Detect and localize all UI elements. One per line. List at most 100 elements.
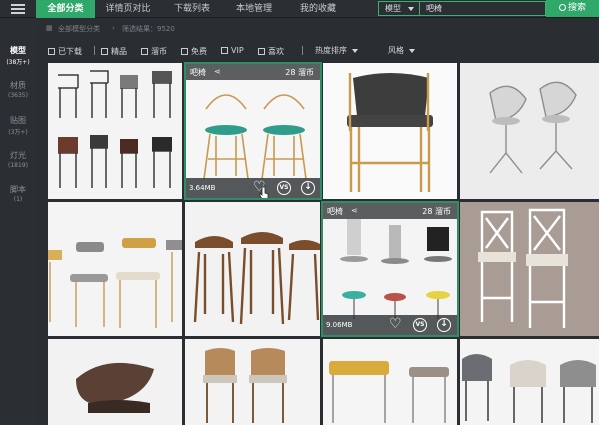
download-icon[interactable]: ↓	[437, 318, 451, 332]
search-button-label: 搜索	[567, 3, 586, 13]
style-dropdown[interactable]: 风格	[388, 45, 415, 56]
model-card[interactable]	[460, 339, 599, 425]
top-navigation: 全部分类 详情页对比 下载列表 本地管理 我的收藏 模型 吧椅 搜索	[0, 0, 599, 18]
model-card[interactable]	[185, 339, 320, 425]
checkbox[interactable]	[48, 48, 55, 55]
checkbox[interactable]	[181, 48, 188, 55]
file-size: 9.06MB	[326, 321, 353, 329]
model-price: 28 溜币	[285, 68, 314, 77]
filter-label: 免费	[191, 47, 207, 56]
model-card[interactable]	[460, 63, 599, 199]
filter-liked[interactable]: 喜欢	[258, 46, 284, 57]
card-header: 吧椅 ⋖ 28 溜币	[186, 64, 320, 80]
tab-all-categories[interactable]: 全部分类	[36, 0, 95, 18]
card-footer: 3.64MB ♡ VS ↓	[186, 178, 320, 198]
sidebar-item-materials[interactable]: 材质 (3635)	[0, 80, 36, 99]
filter-free[interactable]: 免费	[181, 46, 207, 57]
model-thumbnail	[48, 202, 182, 336]
sort-dropdown[interactable]: 热度排序	[315, 45, 358, 56]
category-sidebar: 模型 (38万+) 材质 (3635) 贴图 (3万+) 灯光 (1819) 脚…	[0, 18, 36, 425]
hand-cursor-icon	[259, 186, 269, 198]
file-size: 3.64MB	[189, 184, 216, 192]
hamburger-menu-icon[interactable]	[0, 0, 36, 18]
filter-label: VIP	[231, 46, 244, 55]
tab-download-list[interactable]: 下载列表	[161, 0, 223, 18]
sidebar-item-count: (1819)	[8, 162, 28, 169]
model-thumbnail	[460, 63, 599, 199]
download-icon[interactable]: ↓	[301, 181, 315, 195]
sidebar-item-label: 材质	[10, 81, 26, 90]
filter-label: 溜币	[151, 47, 167, 56]
filter-label: 喜欢	[268, 47, 284, 56]
filter-label: 已下载	[58, 47, 82, 56]
filter-bar: 已下载 精品 溜币 免费 VIP 喜欢 热度排序 风格	[36, 40, 599, 61]
sidebar-item-count: (3万+)	[8, 129, 28, 136]
chevron-right-icon: ›	[112, 24, 115, 32]
heart-icon[interactable]: ♡	[389, 317, 402, 331]
breadcrumb: ▦ 全部模型分类 › 筛选结果：9520	[36, 18, 599, 40]
sidebar-item-label: 脚本	[10, 185, 26, 194]
sidebar-item-label: 灯光	[10, 151, 26, 160]
sidebar-item-count: (1)	[13, 196, 23, 203]
share-icon[interactable]: ⋖	[214, 67, 221, 76]
card-footer: 9.06MB ♡ VS ↓	[323, 315, 457, 335]
model-card-bar-chair[interactable]: 吧椅 ⋖ 28 溜币 9.06MB ♡ VS ↓	[321, 201, 459, 337]
checkbox[interactable]	[258, 48, 265, 55]
sidebar-item-scripts[interactable]: 脚本 (1)	[0, 184, 36, 203]
sidebar-item-lights[interactable]: 灯光 (1819)	[0, 150, 36, 169]
search-type-label: 模型	[385, 4, 401, 13]
model-card[interactable]	[323, 339, 457, 425]
model-thumbnail	[48, 339, 182, 425]
filter-premium[interactable]: 精品	[101, 46, 127, 57]
result-count: 筛选结果：9520	[122, 25, 175, 33]
model-thumbnail	[48, 63, 182, 199]
filter-vip[interactable]: VIP	[221, 46, 244, 55]
model-thumbnail	[460, 202, 599, 336]
model-card[interactable]	[48, 63, 182, 199]
filter-coins[interactable]: 溜币	[141, 46, 167, 57]
sidebar-item-textures[interactable]: 贴图 (3万+)	[0, 115, 36, 136]
card-header: 吧椅 ⋖ 28 溜币	[323, 203, 457, 219]
filter-label: 精品	[111, 47, 127, 56]
model-price: 28 溜币	[422, 207, 451, 216]
compare-vs-button[interactable]: VS	[413, 318, 427, 332]
chevron-down-icon	[409, 48, 415, 53]
tab-my-favorites[interactable]: 我的收藏	[285, 0, 351, 18]
share-icon[interactable]: ⋖	[351, 206, 358, 215]
sidebar-item-count: (38万+)	[6, 59, 30, 66]
model-card[interactable]	[48, 339, 182, 425]
sidebar-item-count: (3635)	[8, 92, 28, 99]
search-button[interactable]: 搜索	[546, 0, 599, 17]
tab-local-manage[interactable]: 本地管理	[223, 0, 285, 18]
search-icon	[558, 4, 566, 11]
sort-label: 热度排序	[315, 46, 347, 55]
checkbox[interactable]	[101, 48, 108, 55]
checkbox[interactable]	[221, 47, 228, 54]
tab-detail-compare[interactable]: 详情页对比	[95, 0, 161, 18]
compare-vs-button[interactable]: VS	[277, 181, 291, 195]
model-thumbnail	[323, 339, 457, 425]
search-input[interactable]: 吧椅	[420, 1, 546, 16]
model-name: 吧椅	[190, 68, 206, 77]
model-thumbnail	[185, 339, 320, 425]
model-thumbnail	[460, 339, 599, 425]
sidebar-item-label: 模型	[10, 46, 26, 55]
model-card[interactable]	[460, 202, 599, 336]
model-thumbnail	[185, 202, 320, 336]
search-type-select[interactable]: 模型	[378, 1, 420, 16]
model-grid: 吧椅 ⋖ 28 溜币 3.64MB ♡ VS ↓ 吧椅 ⋖ 28 溜币 9.06…	[46, 61, 599, 425]
breadcrumb-path[interactable]: 全部模型分类	[58, 24, 100, 34]
model-card[interactable]	[185, 202, 320, 336]
model-name: 吧椅	[327, 207, 343, 216]
sidebar-item-models[interactable]: 模型 (38万+)	[0, 45, 36, 66]
grid-icon: ▦	[46, 24, 53, 32]
model-card[interactable]	[323, 63, 457, 199]
model-card[interactable]	[48, 202, 182, 336]
divider	[302, 46, 303, 55]
app-window: 全部分类 详情页对比 下载列表 本地管理 我的收藏 模型 吧椅 搜索 模型 (3…	[0, 0, 599, 425]
filter-downloaded[interactable]: 已下载	[48, 46, 82, 57]
checkbox[interactable]	[141, 48, 148, 55]
chevron-down-icon	[352, 48, 358, 53]
divider	[94, 46, 95, 55]
model-card-bar-chair[interactable]: 吧椅 ⋖ 28 溜币 3.64MB ♡ VS ↓	[184, 62, 322, 200]
